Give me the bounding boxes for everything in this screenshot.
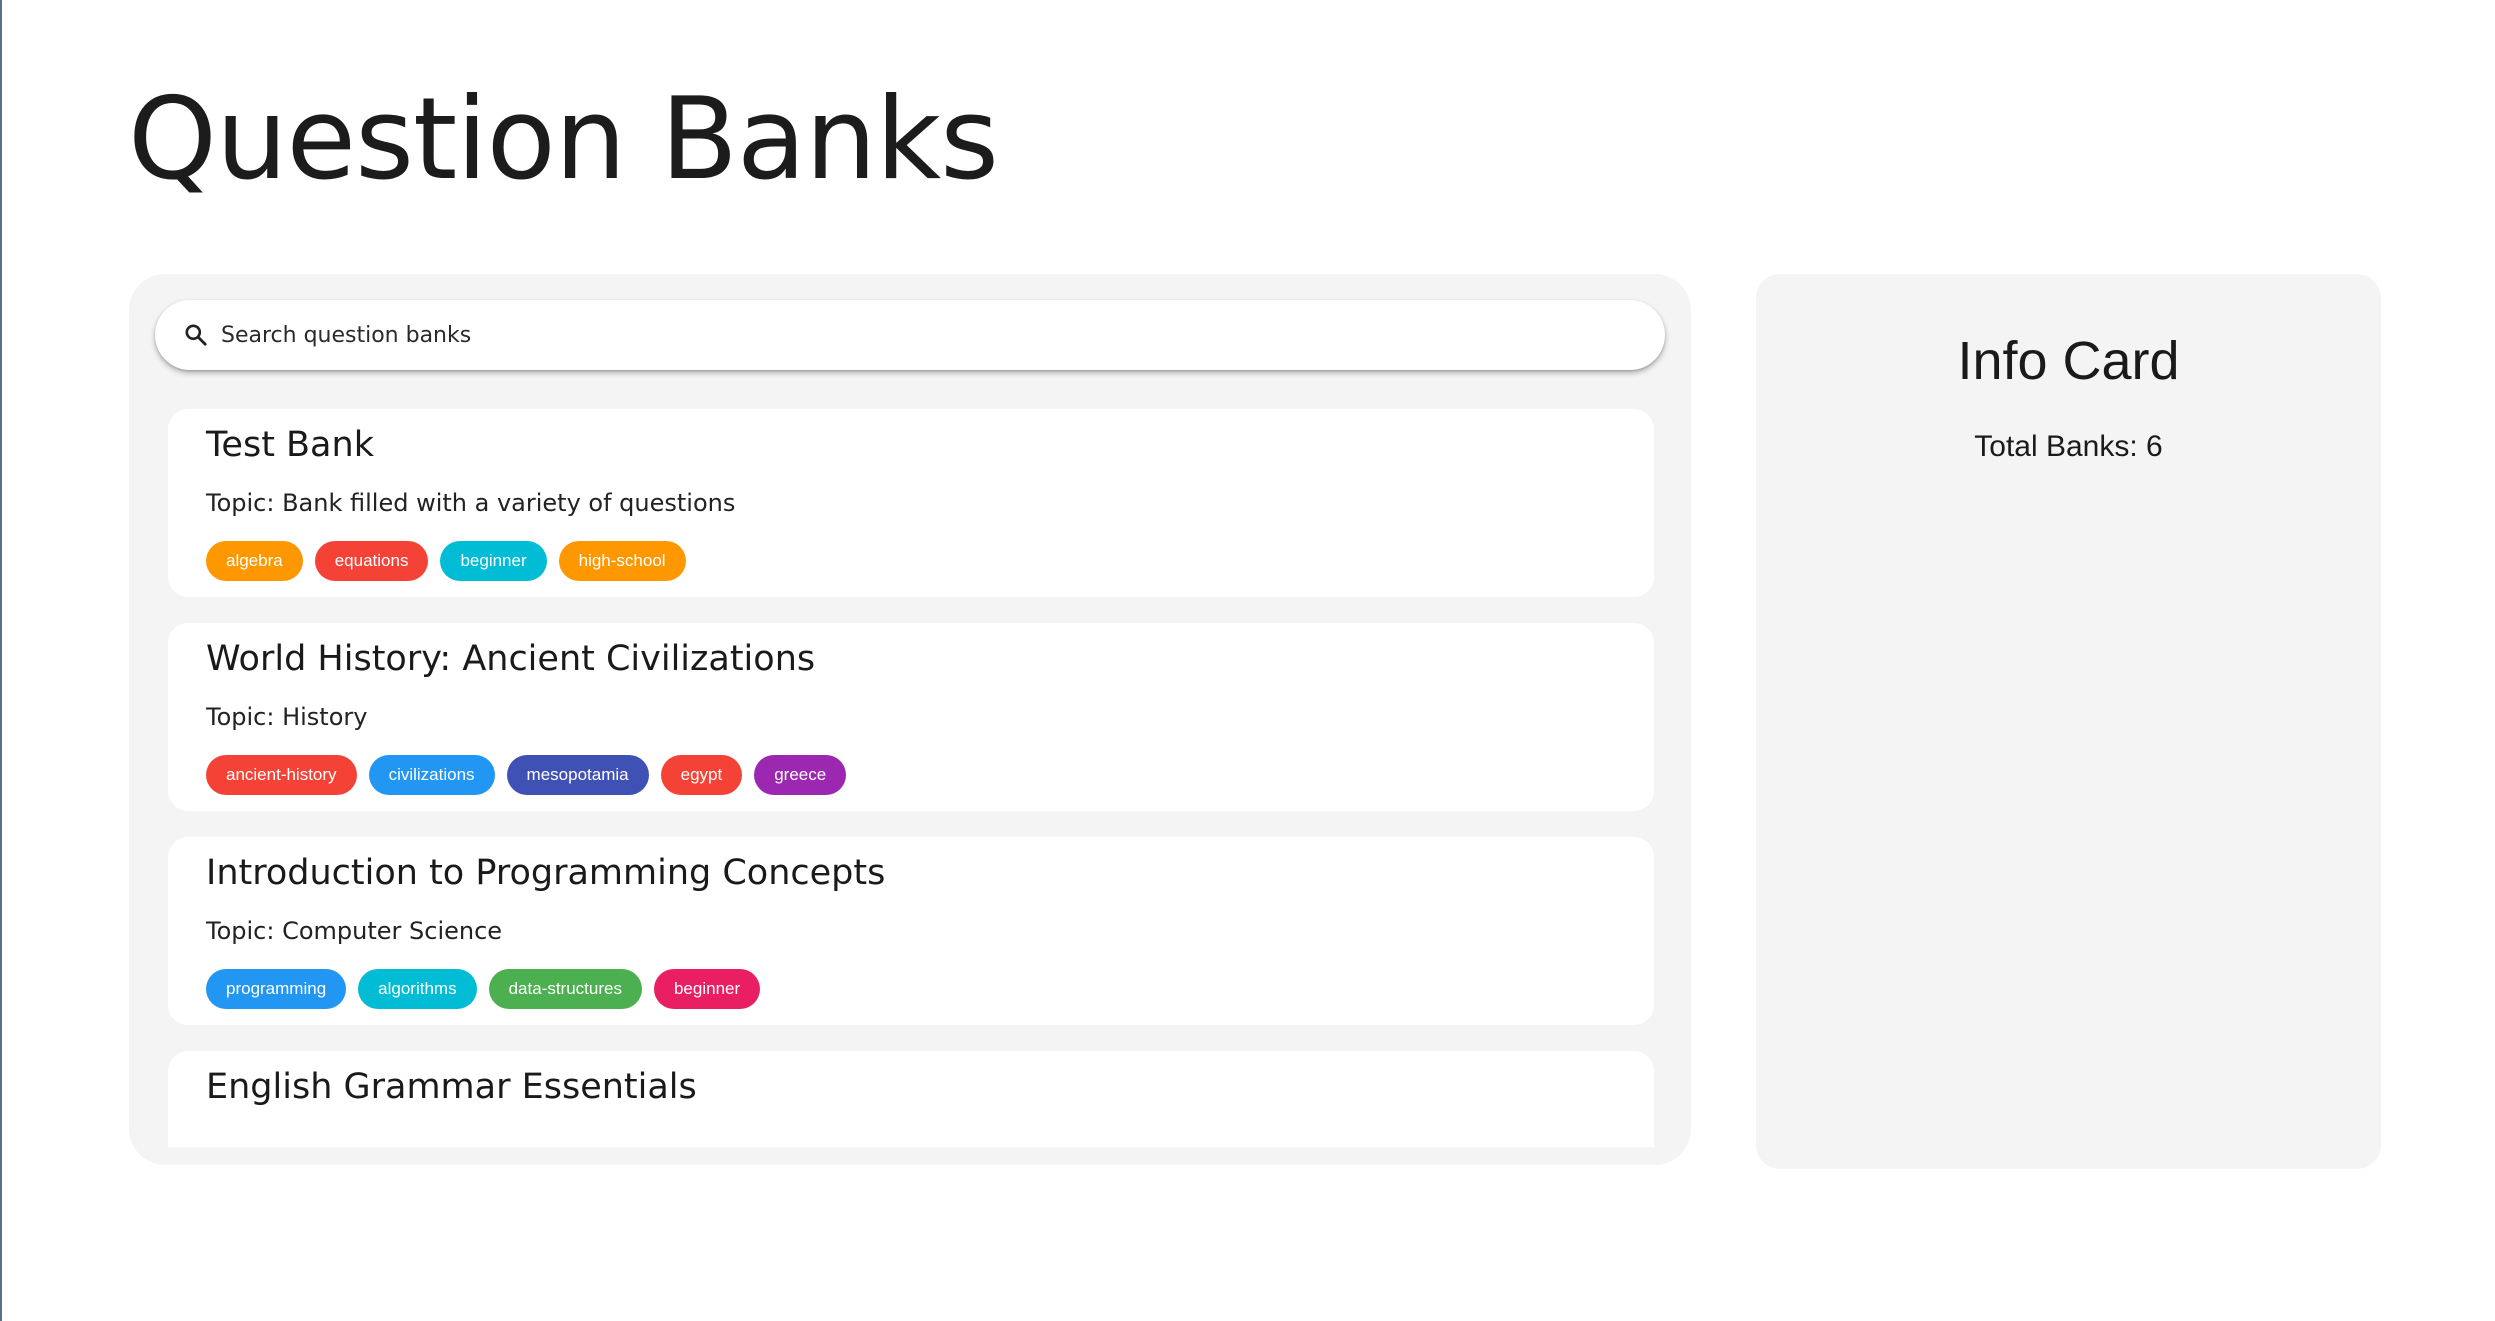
bank-list-panel: Test Bank Topic: Bank filled with a varie… — [129, 274, 1691, 1165]
bank-card[interactable]: Test Bank Topic: Bank filled with a varie… — [168, 409, 1654, 597]
bank-card[interactable]: English Grammar Essentials — [168, 1051, 1654, 1147]
bank-title: Introduction to Programming Concepts — [206, 853, 886, 893]
tag-list: ancient-history civilizations mesopotamia e… — [206, 755, 847, 795]
info-card-title: Info Card — [1957, 331, 2180, 391]
tag-list: algebra equations beginner high-school — [206, 541, 686, 581]
tag-chip[interactable]: beginner — [440, 541, 547, 581]
tag-chip[interactable]: ancient-history — [206, 755, 357, 795]
tag-chip[interactable]: mesopotamia — [506, 755, 649, 795]
tag-chip[interactable]: greece — [754, 755, 847, 795]
search-input[interactable] — [221, 300, 1621, 370]
window-edge — [0, 0, 2, 1321]
tag-chip[interactable]: algebra — [206, 541, 303, 581]
tag-chip[interactable]: equations — [314, 541, 429, 581]
bank-card[interactable]: World History: Ancient Civilizations Topi… — [168, 623, 1654, 811]
info-card: Info Card Total Banks: 6 — [1756, 274, 2381, 1169]
search-icon[interactable] — [183, 322, 209, 348]
bank-title: English Grammar Essentials — [206, 1067, 697, 1107]
bank-list: Test Bank Topic: Bank filled with a varie… — [168, 409, 1654, 1147]
bank-card[interactable]: Introduction to Programming Concepts Topi… — [168, 837, 1654, 1025]
bank-title: Test Bank — [206, 425, 374, 465]
bank-topic: Topic: History — [206, 703, 368, 731]
bank-topic: Topic: Computer Science — [206, 917, 503, 945]
bank-title: World History: Ancient Civilizations — [206, 639, 816, 679]
tag-chip[interactable]: civilizations — [368, 755, 495, 795]
tag-chip[interactable]: egypt — [660, 755, 743, 795]
tag-chip[interactable]: algorithms — [358, 969, 477, 1009]
total-banks-count: Total Banks: 6 — [1974, 430, 2163, 463]
tag-chip[interactable]: data-structures — [488, 969, 642, 1009]
page-title: Question Banks — [128, 73, 999, 205]
tag-list: programming algorithms data-structures begi… — [206, 969, 761, 1009]
tag-chip[interactable]: high-school — [558, 541, 686, 581]
search-bar[interactable] — [155, 300, 1665, 370]
bank-topic: Topic: Bank filled with a variety of que… — [206, 489, 736, 517]
tag-chip[interactable]: programming — [206, 969, 347, 1009]
tag-chip[interactable]: beginner — [653, 969, 761, 1009]
